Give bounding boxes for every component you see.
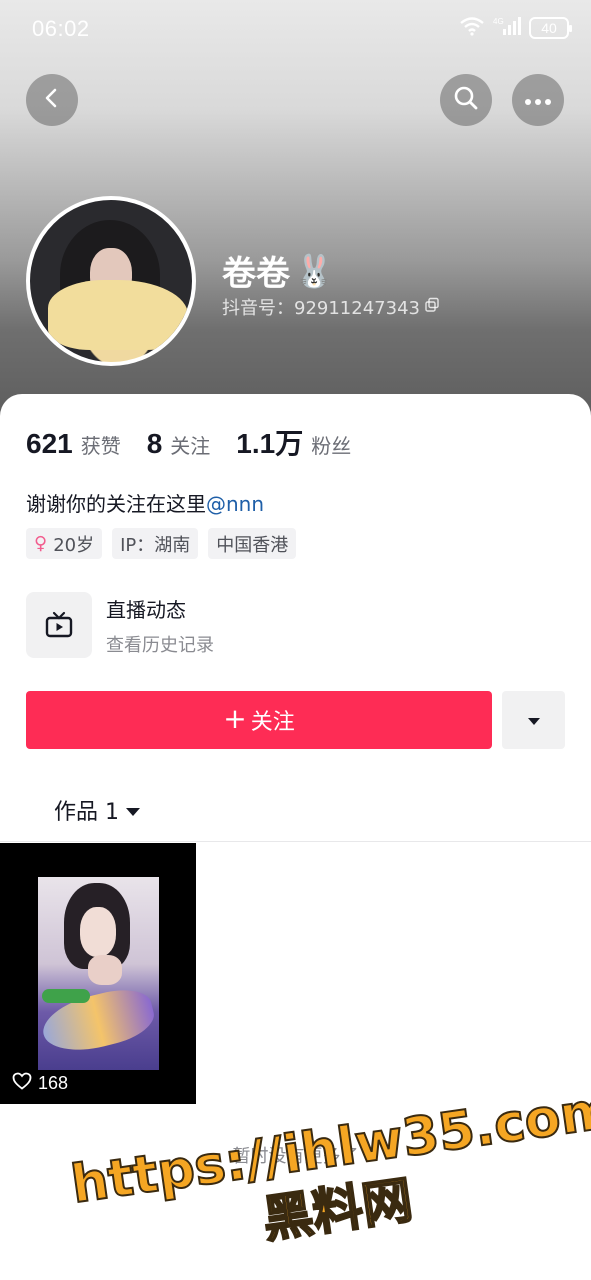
cover-face-shape	[80, 907, 116, 957]
status-bar: 06:02 4G 40	[0, 0, 591, 60]
profile-stats: 621 获赞 8 关注 1.1万 粉丝	[26, 422, 377, 462]
stat-following[interactable]: 8 关注	[147, 428, 211, 460]
tv-icon	[26, 592, 92, 658]
avatar-scarf-shape	[48, 280, 188, 350]
more-options-button[interactable]	[512, 74, 564, 126]
status-icons: 4G 40	[459, 16, 572, 40]
stat-likes-label: 获赞	[80, 434, 121, 458]
live-title: 直播动态	[106, 597, 186, 622]
copy-icon[interactable]	[424, 297, 440, 318]
douyin-id-text: 抖音号：92911247343	[222, 298, 420, 319]
wifi-icon	[459, 16, 485, 40]
stat-followers-value: 1.1万	[236, 428, 304, 459]
follow-button[interactable]: + 关注	[26, 691, 492, 749]
recommend-dropdown-button[interactable]	[502, 691, 565, 749]
stat-followers[interactable]: 1.1万 粉丝	[236, 422, 351, 462]
video-cover-image	[38, 877, 159, 1070]
tab-works[interactable]: 作品 1	[54, 794, 141, 826]
bio-mention-link[interactable]: @nnn	[206, 492, 264, 516]
ellipsis-icon	[524, 91, 552, 110]
age-tag: ♀ 20岁	[26, 528, 103, 559]
video-like-count: 168	[12, 1072, 68, 1095]
region-tag: 中国香港	[208, 528, 297, 559]
back-button[interactable]	[26, 74, 78, 126]
ip-tag: IP：湖南	[112, 528, 199, 559]
video-thumbnail[interactable]	[0, 843, 196, 1104]
douyin-id[interactable]: 抖音号：92911247343	[222, 294, 440, 320]
follow-button-label: 关注	[250, 710, 295, 735]
age-text: 20岁	[53, 534, 95, 556]
avatar[interactable]	[26, 196, 196, 366]
battery-indicator: 40	[529, 17, 572, 39]
svg-text:4G: 4G	[493, 17, 504, 26]
nickname-text: 卷卷	[222, 254, 290, 294]
search-button[interactable]	[440, 74, 492, 126]
cover-hand-shape	[88, 955, 122, 985]
stat-following-label: 关注	[170, 434, 211, 458]
video-likes-value: 168	[38, 1073, 69, 1093]
profile-nickname: 卷卷 🐰	[222, 246, 334, 295]
works-tab-label: 作品 1	[54, 800, 119, 825]
profile-tags: ♀ 20岁 IP：湖南 中国香港	[26, 528, 297, 559]
live-history-entry[interactable]: 直播动态 查看历史记录	[26, 592, 214, 658]
live-history-text: 直播动态 查看历史记录	[106, 594, 214, 657]
caret-down-icon	[527, 711, 541, 730]
status-time: 06:02	[32, 16, 90, 41]
stat-likes-value: 621	[26, 428, 73, 459]
stat-likes[interactable]: 621 获赞	[26, 428, 121, 460]
region-text: 中国香港	[216, 534, 289, 556]
ip-text: IP：湖南	[120, 534, 191, 556]
bio-text: 谢谢你的关注在这里	[26, 492, 206, 516]
cellular-signal-icon: 4G	[493, 16, 521, 40]
cover-badge-shape	[42, 989, 90, 1003]
search-icon	[453, 85, 479, 115]
caret-down-icon	[125, 798, 141, 823]
female-icon: ♀	[34, 533, 48, 554]
profile-bio: 谢谢你的关注在这里@nnn	[26, 488, 264, 517]
stat-followers-label: 粉丝	[311, 434, 352, 458]
chevron-left-icon	[41, 87, 63, 113]
no-more-content-text: 暂时没有更多了	[232, 1146, 359, 1167]
stat-following-value: 8	[146, 428, 163, 459]
rabbit-emoji-icon: 🐰	[294, 251, 334, 290]
live-subtitle: 查看历史记录	[106, 634, 214, 656]
tab-divider	[0, 841, 591, 842]
heart-icon	[12, 1072, 32, 1095]
plus-icon: +	[223, 702, 247, 735]
